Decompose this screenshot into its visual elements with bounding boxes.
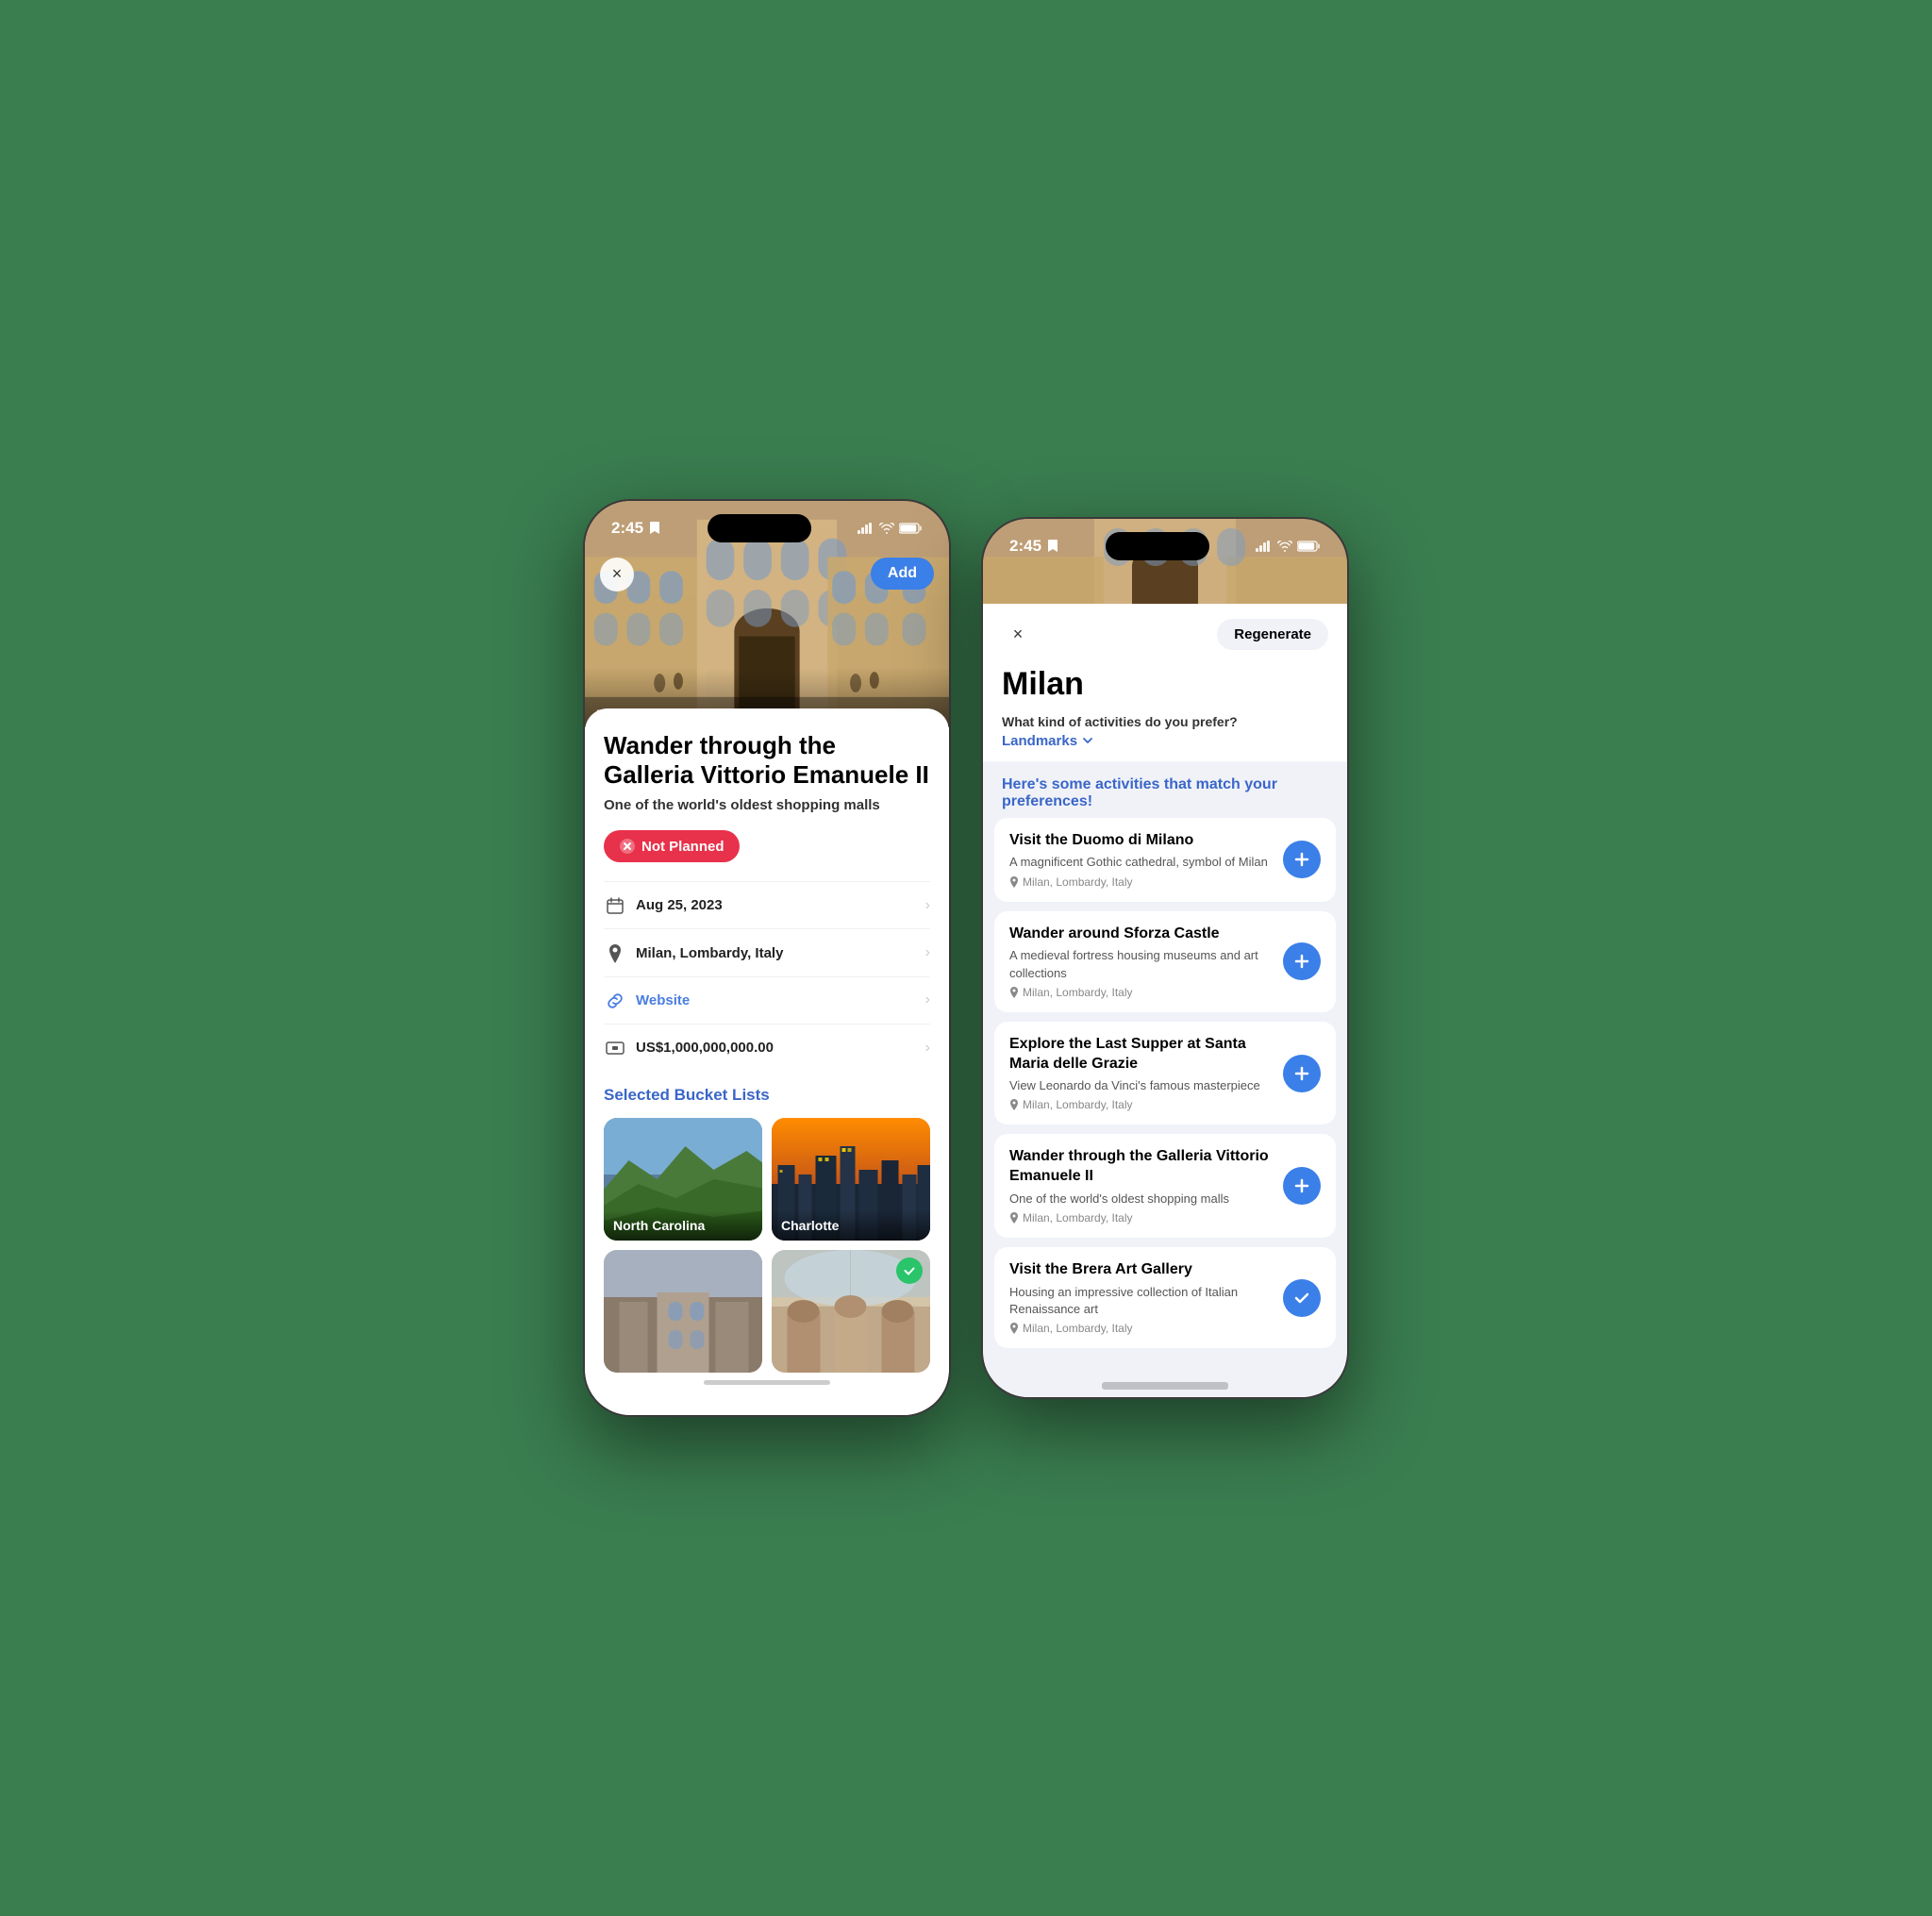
wifi-icon [879,523,894,534]
activity-info-4: Visit the Brera Art Gallery Housing an i… [1009,1260,1272,1335]
pref-label: What kind of activities do you prefer? [1002,714,1328,729]
activity-item: Visit the Brera Art Gallery Housing an i… [994,1247,1336,1348]
right-header-top: × Regenerate [1002,619,1328,651]
battery-icon [899,523,923,534]
activity-desc-3: One of the world's oldest shopping malls [1009,1191,1272,1208]
location-pin-icon [1009,1323,1019,1334]
bucket-label-north-carolina: North Carolina [604,1210,762,1241]
add-activity-button-2[interactable] [1283,1055,1321,1092]
website-chevron: › [925,991,930,1008]
price-chevron: › [925,1040,930,1057]
activity-desc-0: A magnificent Gothic cathedral, symbol o… [1009,854,1272,871]
pref-dropdown[interactable]: Landmarks [1002,733,1094,749]
bookmark-icon [649,522,660,535]
activity-desc-2: View Leonardo da Vinci's famous masterpi… [1009,1077,1272,1094]
city-title: Milan [1002,666,1328,703]
activity-location-2: Milan, Lombardy, Italy [1009,1098,1272,1111]
bucket-item-building[interactable] [604,1250,762,1373]
add-activity-button-1[interactable] [1283,942,1321,980]
attraction-title: Wander through the Galleria Vittorio Ema… [604,731,930,790]
left-phone: 2:45 [583,499,951,1417]
location-pin-icon [1009,876,1019,888]
activity-name-0: Visit the Duomo di Milano [1009,831,1272,851]
activity-info-3: Wander through the Galleria Vittorio Ema… [1009,1147,1272,1225]
website-text[interactable]: Website [636,992,690,1008]
bucket-item-north-carolina[interactable]: North Carolina [604,1118,762,1241]
link-icon [604,991,626,1010]
dynamic-island [708,514,811,542]
date-row[interactable]: Aug 25, 2023 › [604,881,930,928]
website-row[interactable]: Website › [604,976,930,1024]
activity-info-1: Wander around Sforza Castle A medieval f… [1009,925,1272,999]
right-signal-icon [1256,541,1273,552]
bucket-item-galleria[interactable] [772,1250,930,1373]
date-text: Aug 25, 2023 [636,897,723,913]
bucket-grid: North Carolina [604,1118,930,1373]
right-close-button[interactable]: × [1002,619,1034,651]
price-text: US$1,000,000,000.00 [636,1040,774,1056]
status-bar: 2:45 [585,501,949,550]
add-activity-button-4[interactable] [1283,1279,1321,1317]
home-indicator [704,1380,830,1385]
pref-value: Landmarks [1002,733,1077,749]
activity-info-0: Visit the Duomo di Milano A magnificent … [1009,831,1272,889]
chevron-down-icon [1081,734,1094,747]
location-pin-icon [1009,1099,1019,1110]
right-phone: 2:45 [981,517,1349,1400]
bucket-lists-title: Selected Bucket Lists [604,1086,930,1105]
regenerate-button[interactable]: Regenerate [1217,619,1328,650]
bucket-item-charlotte[interactable]: Charlotte [772,1118,930,1241]
right-wifi-icon [1277,541,1292,552]
activity-name-3: Wander through the Galleria Vittorio Ema… [1009,1147,1272,1187]
location-chevron: › [925,944,930,961]
content-card: Wander through the Galleria Vittorio Ema… [585,708,949,1415]
activity-desc-4: Housing an impressive collection of Ital… [1009,1284,1272,1318]
pin-icon [604,942,626,962]
activity-name-2: Explore the Last Supper at Santa Maria d… [1009,1035,1272,1075]
location-text: Milan, Lombardy, Italy [636,945,783,961]
add-activity-button-3[interactable] [1283,1167,1321,1205]
activity-name-1: Wander around Sforza Castle [1009,925,1272,944]
status-badge[interactable]: Not Planned [604,830,740,862]
activity-location-4: Milan, Lombardy, Italy [1009,1322,1272,1335]
activity-item: Explore the Last Supper at Santa Maria d… [994,1022,1336,1125]
activity-location-0: Milan, Lombardy, Italy [1009,875,1272,889]
activity-list: Visit the Duomo di Milano A magnificent … [983,818,1347,1375]
activity-location-3: Milan, Lombardy, Italy [1009,1211,1272,1225]
calendar-icon [604,895,626,915]
activity-name-4: Visit the Brera Art Gallery [1009,1260,1272,1280]
signal-icon [858,523,874,534]
activity-location-1: Milan, Lombardy, Italy [1009,986,1272,999]
right-battery-icon [1297,541,1321,552]
activity-info-2: Explore the Last Supper at Santa Maria d… [1009,1035,1272,1112]
bucket-label-charlotte: Charlotte [772,1210,930,1241]
right-status-time: 2:45 [1009,537,1041,556]
activity-item: Visit the Duomo di Milano A magnificent … [994,818,1336,902]
add-button[interactable]: Add [871,558,934,590]
right-status-bar: 2:45 [983,519,1347,568]
not-planned-icon [619,838,636,855]
attraction-subtitle: One of the world's oldest shopping malls [604,797,930,813]
right-home-indicator [1102,1382,1228,1390]
activity-desc-1: A medieval fortress housing museums and … [1009,947,1272,981]
add-activity-button-0[interactable] [1283,841,1321,878]
location-pin-icon [1009,987,1019,998]
bucket-check-galleria [896,1258,923,1284]
activity-item: Wander through the Galleria Vittorio Ema… [994,1134,1336,1238]
price-icon [604,1038,626,1058]
date-chevron: › [925,897,930,914]
location-row[interactable]: Milan, Lombardy, Italy › [604,928,930,975]
status-time: 2:45 [611,519,643,538]
price-row[interactable]: US$1,000,000,000.00 › [604,1024,930,1071]
match-header: Here's some activities that match your p… [983,761,1347,818]
activity-item: Wander around Sforza Castle A medieval f… [994,911,1336,1012]
right-bookmark-icon [1047,540,1058,553]
location-pin-icon [1009,1212,1019,1224]
close-button[interactable]: × [600,558,634,591]
